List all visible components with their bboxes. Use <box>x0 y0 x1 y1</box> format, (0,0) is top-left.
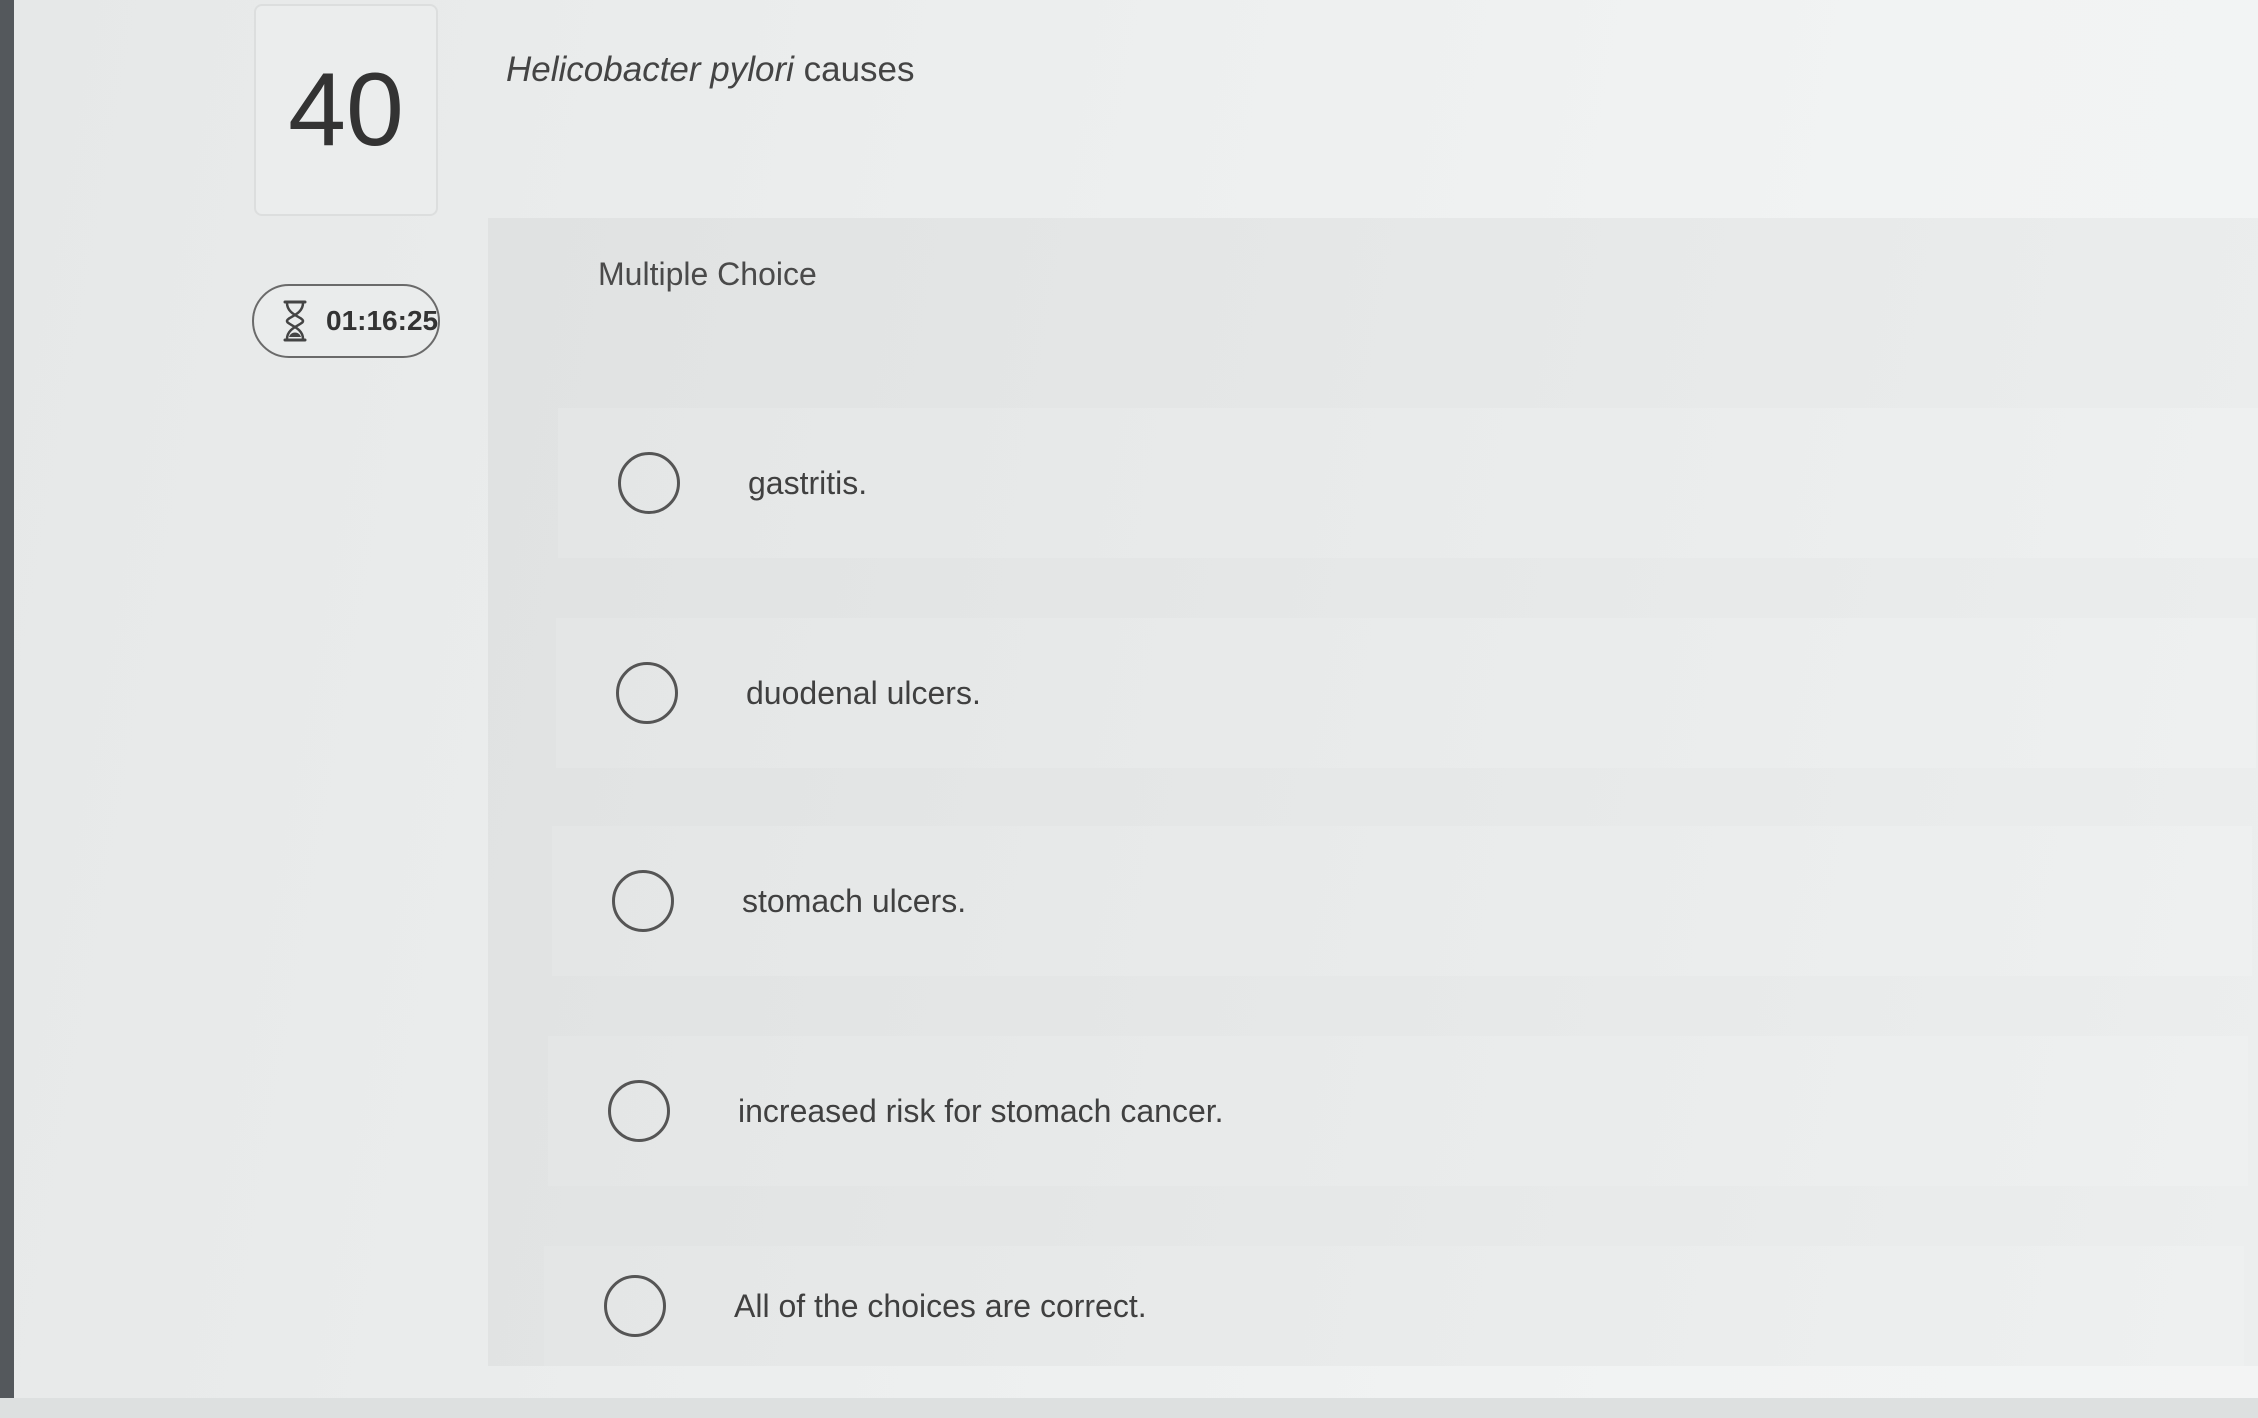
bottom-strip <box>0 1398 2258 1418</box>
question-number: 40 <box>288 52 404 168</box>
window-edge <box>0 0 14 1418</box>
hourglass-icon <box>282 299 308 343</box>
question-number-box: 40 <box>254 4 438 216</box>
option-row[interactable]: increased risk for stomach cancer. <box>548 1036 2248 1186</box>
radio-button[interactable] <box>616 662 678 724</box>
radio-button[interactable] <box>612 870 674 932</box>
radio-button[interactable] <box>608 1080 670 1142</box>
option-row[interactable]: stomach ulcers. <box>552 826 2252 976</box>
radio-button[interactable] <box>618 452 680 514</box>
question-text-rest: causes <box>793 50 915 89</box>
option-row[interactable]: duodenal ulcers. <box>556 618 2256 768</box>
option-row[interactable]: All of the choices are correct. <box>544 1246 2244 1366</box>
question-text: Helicobacter pylori causes <box>506 50 915 90</box>
option-label: increased risk for stomach cancer. <box>738 1092 1224 1129</box>
question-text-italic: Helicobacter pylori <box>506 50 794 89</box>
option-label: gastritis. <box>748 464 868 501</box>
option-label: All of the choices are correct. <box>734 1287 1147 1324</box>
question-page: 40 01:16:25 Helicobacter pylori causes M… <box>14 0 2258 1418</box>
radio-button[interactable] <box>604 1275 666 1337</box>
option-label: duodenal ulcers. <box>746 674 981 711</box>
option-label: stomach ulcers. <box>742 882 967 919</box>
answer-panel: Multiple Choice gastritis. duodenal ulce… <box>488 218 2258 1366</box>
timer-button[interactable]: 01:16:25 <box>252 284 440 358</box>
timer-value: 01:16:25 <box>326 305 439 336</box>
question-type-label: Multiple Choice <box>598 256 817 292</box>
option-row[interactable]: gastritis. <box>558 408 2258 558</box>
